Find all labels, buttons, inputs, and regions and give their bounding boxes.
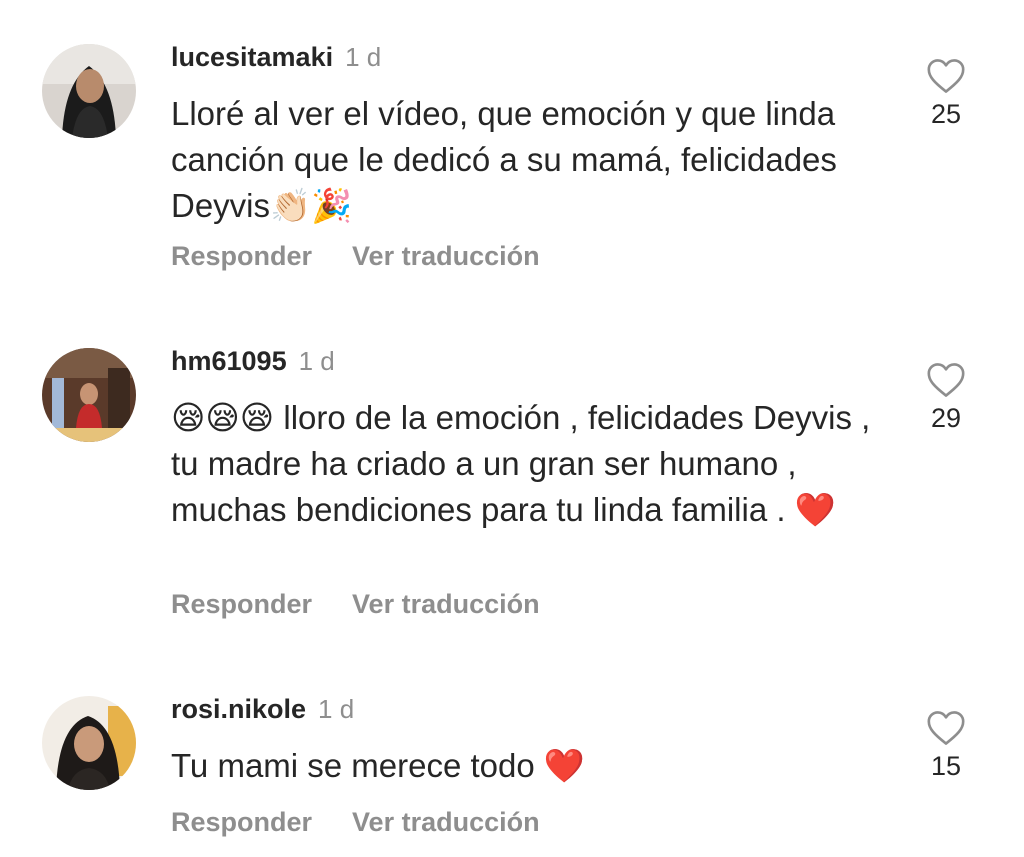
comment-text: Lloré al ver el vídeo, que emoción y que…: [171, 95, 837, 224]
like-count: 29: [930, 403, 962, 433]
avatar-photo-icon: [42, 348, 136, 442]
comment-username[interactable]: rosi.nikole: [171, 694, 306, 724]
translate-button[interactable]: Ver traducción: [352, 589, 540, 619]
comment-text: Tu mami se merece todo ❤️: [171, 747, 585, 784]
comment-username[interactable]: hm61095: [171, 346, 287, 376]
comment-timestamp: 1 d: [298, 346, 335, 376]
user-avatar[interactable]: [42, 44, 136, 138]
like-count: 15: [930, 751, 962, 781]
comment-timestamp: 1 d: [345, 42, 382, 72]
heart-outline-icon[interactable]: [926, 362, 966, 398]
reply-button[interactable]: Responder: [171, 589, 312, 619]
user-avatar[interactable]: [42, 696, 136, 790]
heart-outline-icon[interactable]: [926, 58, 966, 94]
translate-button[interactable]: Ver traducción: [352, 807, 540, 837]
comment-timestamp: 1 d: [318, 694, 355, 724]
avatar-photo-icon: [42, 696, 136, 790]
comment-username[interactable]: lucesitamaki: [171, 42, 333, 72]
reply-button[interactable]: Responder: [171, 807, 312, 837]
translate-button[interactable]: Ver traducción: [352, 241, 540, 271]
comment-text: 😪😪😪 lloro de la emoción , felicidades De…: [171, 399, 871, 528]
avatar-photo-icon: [42, 44, 136, 138]
user-avatar[interactable]: [42, 348, 136, 442]
like-count: 25: [930, 99, 962, 129]
heart-outline-icon[interactable]: [926, 710, 966, 746]
reply-button[interactable]: Responder: [171, 241, 312, 271]
